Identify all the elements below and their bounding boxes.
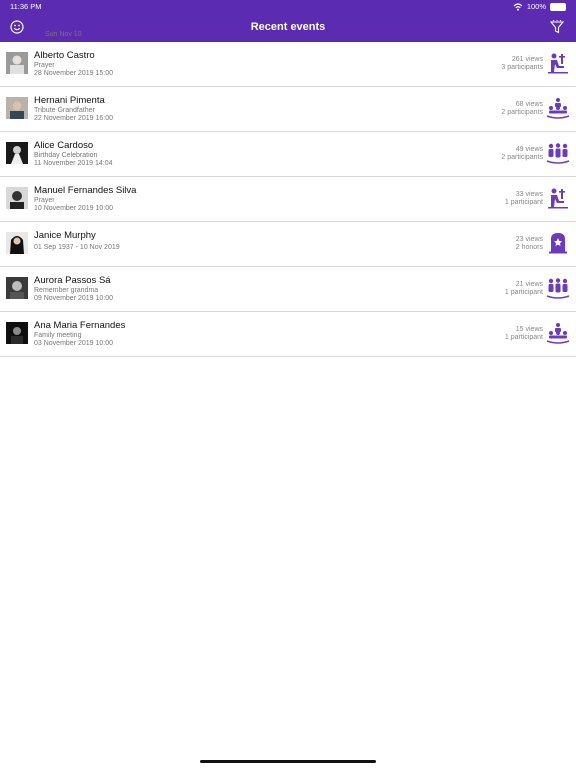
- event-stats: 33 views 1 participant: [505, 191, 543, 207]
- avatar: [6, 97, 28, 119]
- event-name: Alberto Castro: [34, 50, 95, 61]
- top-bar: 11:36 PM Sun Nov 10 100% Recent events: [0, 0, 576, 42]
- event-stats: 23 views 2 honors: [516, 236, 543, 252]
- views-count: 15 views: [515, 326, 543, 333]
- list-item[interactable]: Alice Cardoso Birthday Celebration 11 No…: [0, 132, 576, 177]
- event-date: 09 November 2019 10:00: [34, 295, 113, 302]
- home-indicator[interactable]: [200, 760, 376, 763]
- tombstone-icon: [549, 233, 567, 254]
- event-date: 03 November 2019 10:00: [34, 340, 113, 347]
- status-bar: 11:36 PM Sun Nov 10 100%: [0, 0, 576, 38]
- avatar: [6, 322, 28, 344]
- participants-count: 1 participant: [504, 289, 543, 296]
- navbar: Recent events: [0, 13, 576, 42]
- views-count: 261 views: [511, 56, 543, 63]
- event-subtitle: Remember grandma: [34, 287, 99, 294]
- event-date: 28 November 2019 15:00: [34, 70, 113, 77]
- prayer-icon: [548, 53, 568, 74]
- views-count: 21 views: [515, 281, 543, 288]
- event-subtitle: Tribute Grandfather: [34, 107, 95, 114]
- views-count: 68 views: [515, 101, 543, 108]
- event-stats: 21 views 1 participant: [505, 281, 543, 297]
- avatar: [6, 52, 28, 74]
- group-icon: [546, 278, 570, 299]
- list-item[interactable]: Manuel Fernandes Silva Prayer 10 Novembe…: [0, 177, 576, 222]
- page-title: Recent events: [250, 21, 326, 33]
- honors-count: 2 honors: [515, 244, 543, 251]
- tribute-icon: [546, 323, 570, 344]
- list-item[interactable]: Hernani Pimenta Tribute Grandfather 22 N…: [0, 87, 576, 132]
- list-item[interactable]: Ana Maria Fernandes Family meeting 03 No…: [0, 312, 576, 357]
- event-stats: 68 views 2 participants: [501, 101, 543, 117]
- status-right: 100%: [513, 0, 566, 13]
- event-date: 22 November 2019 16:00: [34, 115, 113, 122]
- battery-percent: 100%: [526, 2, 546, 11]
- event-stats: 49 views 2 participants: [501, 146, 543, 162]
- group-icon: [546, 143, 570, 164]
- tribute-icon: [546, 98, 570, 119]
- event-stats: 15 views 1 participant: [505, 326, 543, 342]
- participants-count: 2 participants: [501, 109, 543, 116]
- event-name: Manuel Fernandes Silva: [34, 185, 137, 196]
- prayer-icon: [548, 188, 568, 209]
- event-date: 01 Sep 1937 - 10 Nov 2019: [34, 244, 120, 251]
- filter-icon[interactable]: [550, 20, 564, 34]
- participants-count: 3 participants: [501, 64, 543, 71]
- avatar: [6, 187, 28, 209]
- participants-count: 1 participant: [504, 199, 543, 206]
- event-name: Aurora Passos Sá: [34, 275, 111, 286]
- avatar: [6, 142, 28, 164]
- event-name: Janice Murphy: [34, 230, 96, 241]
- participants-count: 2 participants: [501, 154, 543, 161]
- list-item[interactable]: Janice Murphy 01 Sep 1937 - 10 Nov 2019 …: [0, 222, 576, 267]
- avatar: [6, 232, 28, 254]
- participants-count: 1 participant: [504, 334, 543, 341]
- list-item[interactable]: Aurora Passos Sá Remember grandma 09 Nov…: [0, 267, 576, 312]
- event-name: Alice Cardoso: [34, 140, 94, 151]
- event-list: Alberto Castro Prayer 28 November 2019 1…: [0, 42, 576, 357]
- event-date: 11 November 2019 14:04: [34, 160, 113, 167]
- event-stats: 261 views 3 participants: [501, 56, 543, 72]
- battery-icon: [550, 2, 566, 11]
- views-count: 49 views: [515, 146, 543, 153]
- views-count: 33 views: [515, 191, 543, 198]
- wifi-icon: [513, 2, 523, 11]
- views-count: 23 views: [515, 236, 543, 243]
- status-time: 11:36 PM: [10, 2, 42, 11]
- event-subtitle: Prayer: [34, 197, 55, 204]
- event-name: Hernani Pimenta: [34, 95, 105, 106]
- event-name: Ana Maria Fernandes: [34, 320, 126, 331]
- avatar: [6, 277, 28, 299]
- event-subtitle: Family meeting: [34, 332, 82, 339]
- event-date: 10 November 2019 10:00: [34, 205, 113, 212]
- event-subtitle: Birthday Celebration: [34, 152, 98, 159]
- list-item[interactable]: Alberto Castro Prayer 28 November 2019 1…: [0, 42, 576, 87]
- event-subtitle: Prayer: [34, 62, 55, 69]
